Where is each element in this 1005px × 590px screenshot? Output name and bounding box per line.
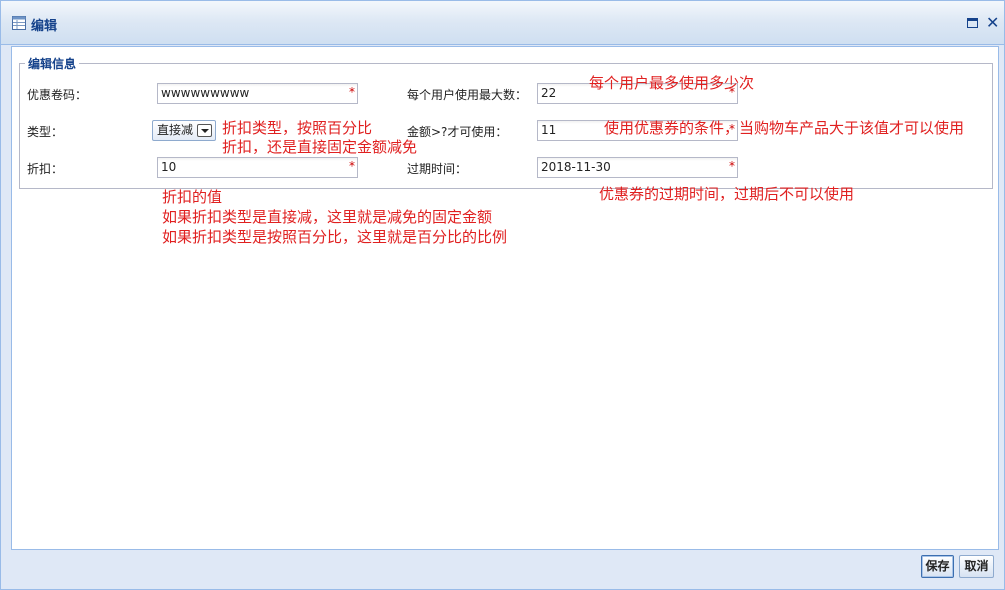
expire-label: 过期时间： [407,162,468,176]
cancel-button[interactable]: 取消 [959,555,994,578]
type-select-value: 直接减 [157,123,194,137]
discount-label: 折扣： [27,162,64,176]
code-label: 优惠卷码： [27,88,88,102]
threshold-annotation: 使用优惠券的条件，当购物车产品大于该值才可以使用 [604,119,965,137]
discount-input[interactable]: 10 [157,157,358,178]
expire-input[interactable]: 2018-11-30 [537,157,738,178]
type-annotation-line2: 折扣，还是直接固定金额减免 [222,138,418,156]
type-label: 类型： [27,125,64,139]
max-use-annotation: 每个用户最多使用多少次 [589,74,755,92]
discount-annotation-line3: 如果折扣类型是按照百分比，这里就是百分比的比例 [162,228,508,246]
max-use-label: 每个用户使用最大数： [407,88,528,102]
required-mark: * [349,85,355,99]
edit-dialog: 编辑 ✕ 编辑信息 优惠卷码： wwwwwwwww * 每个用户使用最大数： 2… [0,0,1005,590]
dialog-footer: 保存 取消 [1,551,1004,589]
maximize-icon[interactable] [967,18,978,28]
discount-annotation-line1: 折扣的值 [162,188,223,206]
expire-annotation: 优惠券的过期时间，过期后不可以使用 [599,185,855,203]
dialog-title: 编辑 [31,19,58,34]
close-icon[interactable]: ✕ [986,13,999,33]
table-icon [12,16,26,30]
chevron-down-icon[interactable] [197,124,212,137]
discount-annotation-line2: 如果折扣类型是直接减，这里就是减免的固定金额 [162,208,493,226]
code-input[interactable]: wwwwwwwww [157,83,358,104]
threshold-label: 金额>?才可使用： [407,125,508,139]
required-mark: * [729,159,735,173]
type-annotation-line1: 折扣类型，按照百分比 [222,119,373,137]
dialog-titlebar[interactable]: 编辑 ✕ [1,1,1004,45]
save-button[interactable]: 保存 [921,555,954,578]
required-mark: * [349,159,355,173]
fieldset-legend: 编辑信息 [25,55,80,72]
